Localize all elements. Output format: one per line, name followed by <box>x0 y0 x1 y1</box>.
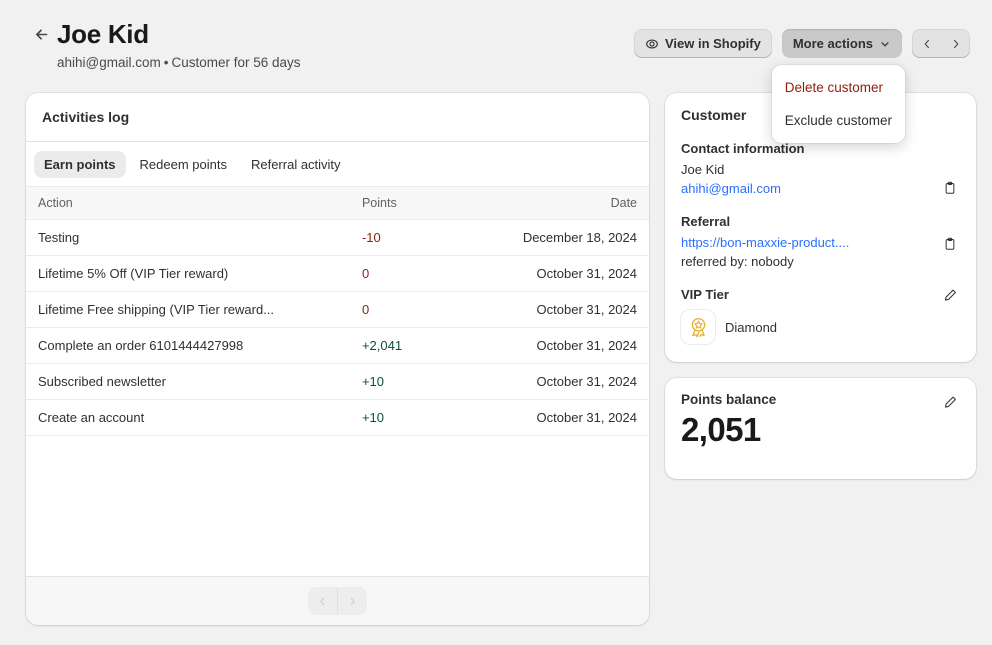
activities-table: Action Points Date Testing -10 December … <box>26 186 649 436</box>
clipboard-icon <box>943 181 957 195</box>
customer-since-text: Customer for 56 days <box>171 55 300 70</box>
points-balance-value: 2,051 <box>681 411 960 449</box>
view-in-shopify-button[interactable]: View in Shopify <box>634 29 772 58</box>
next-record-button[interactable] <box>941 29 970 58</box>
vip-tier-name: Diamond <box>725 320 777 335</box>
table-header: Action Points Date <box>26 187 649 220</box>
pagination-group <box>308 587 367 615</box>
cell-points: -10 <box>350 220 475 256</box>
vip-tier-badge <box>681 310 715 344</box>
cell-points: 0 <box>350 256 475 292</box>
cell-action: Testing <box>26 220 350 256</box>
referral-section: Referral https://bon-maxxie-product.... … <box>681 212 960 271</box>
more-actions-button[interactable]: More actions <box>782 29 902 58</box>
referred-by-text: referred by: nobody <box>681 252 960 271</box>
column-header-action: Action <box>26 187 350 220</box>
previous-record-button[interactable] <box>912 29 941 58</box>
page-header: Joe Kid ahihi@gmail.com•Customer for 56 … <box>0 0 992 88</box>
view-in-shopify-label: View in Shopify <box>665 36 761 51</box>
clipboard-icon <box>943 237 957 251</box>
record-navigation-group <box>912 29 970 58</box>
vip-tier-label: VIP Tier <box>681 285 960 304</box>
chevron-down-icon <box>879 38 891 50</box>
title-block: Joe Kid ahihi@gmail.com•Customer for 56 … <box>57 18 301 72</box>
activities-log-footer <box>26 576 649 625</box>
referral-label: Referral <box>681 212 960 231</box>
cell-date: December 18, 2024 <box>475 220 649 256</box>
cell-action: Create an account <box>26 400 350 436</box>
points-balance-card: Points balance 2,051 <box>665 378 976 479</box>
contact-information-section: Contact information Joe Kid ahihi@gmail.… <box>681 139 960 198</box>
column-header-date: Date <box>475 187 649 220</box>
vip-tier-row: Diamond <box>681 310 960 344</box>
table-row[interactable]: Lifetime Free shipping (VIP Tier reward.… <box>26 292 649 328</box>
cell-points: +2,041 <box>350 328 475 364</box>
sidebar: Customer Contact information Joe Kid ahi… <box>665 93 976 479</box>
table-body: Testing -10 December 18, 2024 Lifetime 5… <box>26 220 649 436</box>
referral-link[interactable]: https://bon-maxxie-product.... <box>681 233 849 252</box>
pencil-icon <box>943 288 958 303</box>
menu-item-delete-customer[interactable]: Delete customer <box>772 71 905 104</box>
table-row[interactable]: Testing -10 December 18, 2024 <box>26 220 649 256</box>
copy-email-button[interactable] <box>940 178 960 198</box>
activities-log-title: Activities log <box>42 109 129 125</box>
pencil-icon <box>943 395 958 410</box>
back-button[interactable] <box>28 21 54 47</box>
customer-detail-page: Joe Kid ahihi@gmail.com•Customer for 56 … <box>0 0 992 645</box>
cell-date: October 31, 2024 <box>475 364 649 400</box>
contact-name: Joe Kid <box>681 160 960 179</box>
points-balance-label: Points balance <box>681 392 960 407</box>
tab-redeem-points[interactable]: Redeem points <box>130 151 237 178</box>
activities-table-wrapper: Action Points Date Testing -10 December … <box>26 186 649 576</box>
column-header-points: Points <box>350 187 475 220</box>
header-actions: View in Shopify More actions Delete cust… <box>634 29 970 58</box>
cell-points: 0 <box>350 292 475 328</box>
contact-email-link[interactable]: ahihi@gmail.com <box>681 179 781 198</box>
chevron-left-icon <box>317 596 328 607</box>
award-badge-icon <box>687 316 710 339</box>
more-actions-dropdown: Delete customer Exclude customer <box>772 65 905 143</box>
copy-referral-link-button[interactable] <box>940 234 960 254</box>
cell-date: October 31, 2024 <box>475 328 649 364</box>
tab-earn-points[interactable]: Earn points <box>34 151 126 178</box>
cell-points: +10 <box>350 400 475 436</box>
edit-vip-tier-button[interactable] <box>940 285 960 305</box>
cell-action: Lifetime 5% Off (VIP Tier reward) <box>26 256 350 292</box>
pagination-previous-button[interactable] <box>308 587 337 615</box>
cell-action: Subscribed newsletter <box>26 364 350 400</box>
more-actions-label: More actions <box>793 36 873 51</box>
table-row[interactable]: Complete an order 6101444427998 +2,041 O… <box>26 328 649 364</box>
chevron-left-icon <box>921 38 933 50</box>
pagination-next-button[interactable] <box>338 587 367 615</box>
edit-points-balance-button[interactable] <box>940 392 960 412</box>
cell-date: October 31, 2024 <box>475 292 649 328</box>
page-title: Joe Kid <box>57 18 301 50</box>
table-row[interactable]: Create an account +10 October 31, 2024 <box>26 400 649 436</box>
eye-icon <box>645 37 659 51</box>
activities-tabs: Earn points Redeem points Referral activ… <box>26 142 649 186</box>
table-row[interactable]: Lifetime 5% Off (VIP Tier reward) 0 Octo… <box>26 256 649 292</box>
arrow-left-icon <box>33 26 50 43</box>
table-header-row: Action Points Date <box>26 187 649 220</box>
chevron-right-icon <box>950 38 962 50</box>
cell-action: Lifetime Free shipping (VIP Tier reward.… <box>26 292 350 328</box>
page-subtitle: ahihi@gmail.com•Customer for 56 days <box>57 54 301 72</box>
cell-date: October 31, 2024 <box>475 256 649 292</box>
tab-referral-activity[interactable]: Referral activity <box>241 151 351 178</box>
menu-item-exclude-customer[interactable]: Exclude customer <box>772 104 905 137</box>
subtitle-separator: • <box>164 55 169 70</box>
cell-date: October 31, 2024 <box>475 400 649 436</box>
more-actions-wrapper: More actions Delete customer Exclude cus… <box>782 29 902 58</box>
chevron-right-icon <box>347 596 358 607</box>
vip-tier-section: VIP Tier <box>681 285 960 344</box>
activities-log-card: Activities log Earn points Redeem points… <box>26 93 649 625</box>
cell-action: Complete an order 6101444427998 <box>26 328 350 364</box>
activities-log-header: Activities log <box>26 93 649 142</box>
cell-points: +10 <box>350 364 475 400</box>
table-row[interactable]: Subscribed newsletter +10 October 31, 20… <box>26 364 649 400</box>
customer-email-text: ahihi@gmail.com <box>57 55 161 70</box>
